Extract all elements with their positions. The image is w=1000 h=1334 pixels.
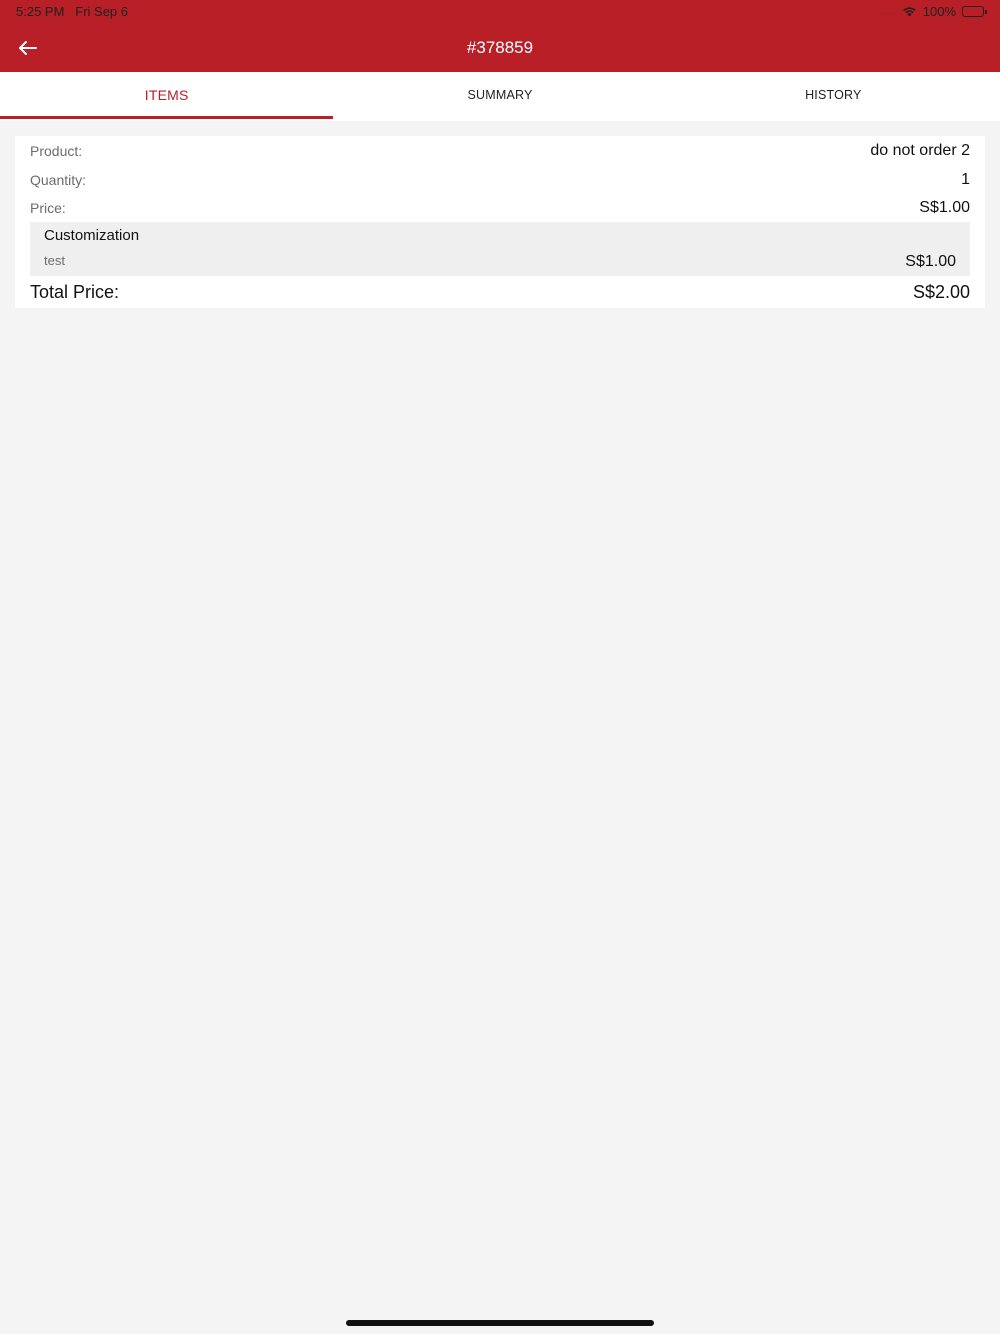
price-value: S$1.00 <box>919 199 970 216</box>
home-indicator[interactable] <box>346 1320 654 1326</box>
status-date-text: Fri Sep 6 <box>75 4 129 19</box>
order-item-card: Product: do not order 2 Quantity: 1 Pric… <box>15 136 985 308</box>
total-price-value: S$2.00 <box>912 282 970 302</box>
quantity-row: Quantity: 1 <box>30 171 970 189</box>
page-title: #378859 <box>466 38 534 57</box>
tab-history[interactable]: HISTORY <box>667 72 1000 118</box>
total-price-label: Total Price: <box>30 282 120 302</box>
status-indicators: .... 100% <box>880 4 987 19</box>
tab-summary[interactable]: SUMMARY <box>333 72 666 118</box>
price-label: Price: <box>30 200 66 216</box>
price-row: Price: S$1.00 <box>30 199 970 217</box>
status-time: 5:25 PM Fri Sep 6 <box>16 4 128 19</box>
product-label: Product: <box>30 143 83 159</box>
customization-row: test S$1.00 <box>44 253 956 271</box>
battery-percent: 100% <box>922 4 956 19</box>
signal-icon: .... <box>880 6 896 17</box>
customization-box: Customization test S$1.00 <box>30 222 970 276</box>
quantity-label: Quantity: <box>30 172 87 188</box>
customization-price: S$1.00 <box>905 253 956 270</box>
customization-name: test <box>44 253 65 268</box>
product-value: do not order 2 <box>870 142 970 159</box>
total-price-row: Total Price: S$2.00 <box>30 282 970 303</box>
status-time-text: 5:25 PM <box>16 4 65 19</box>
battery-icon <box>962 6 987 17</box>
quantity-value: 1 <box>961 171 970 188</box>
tab-bar: ITEMS SUMMARY HISTORY <box>0 72 1000 121</box>
app-header: 5:25 PM Fri Sep 6 .... 100% #378859 <box>0 0 1000 72</box>
product-row: Product: do not order 2 <box>30 142 970 160</box>
tab-items[interactable]: ITEMS <box>0 72 334 119</box>
wifi-icon <box>902 7 916 17</box>
customization-title: Customization <box>44 227 140 244</box>
